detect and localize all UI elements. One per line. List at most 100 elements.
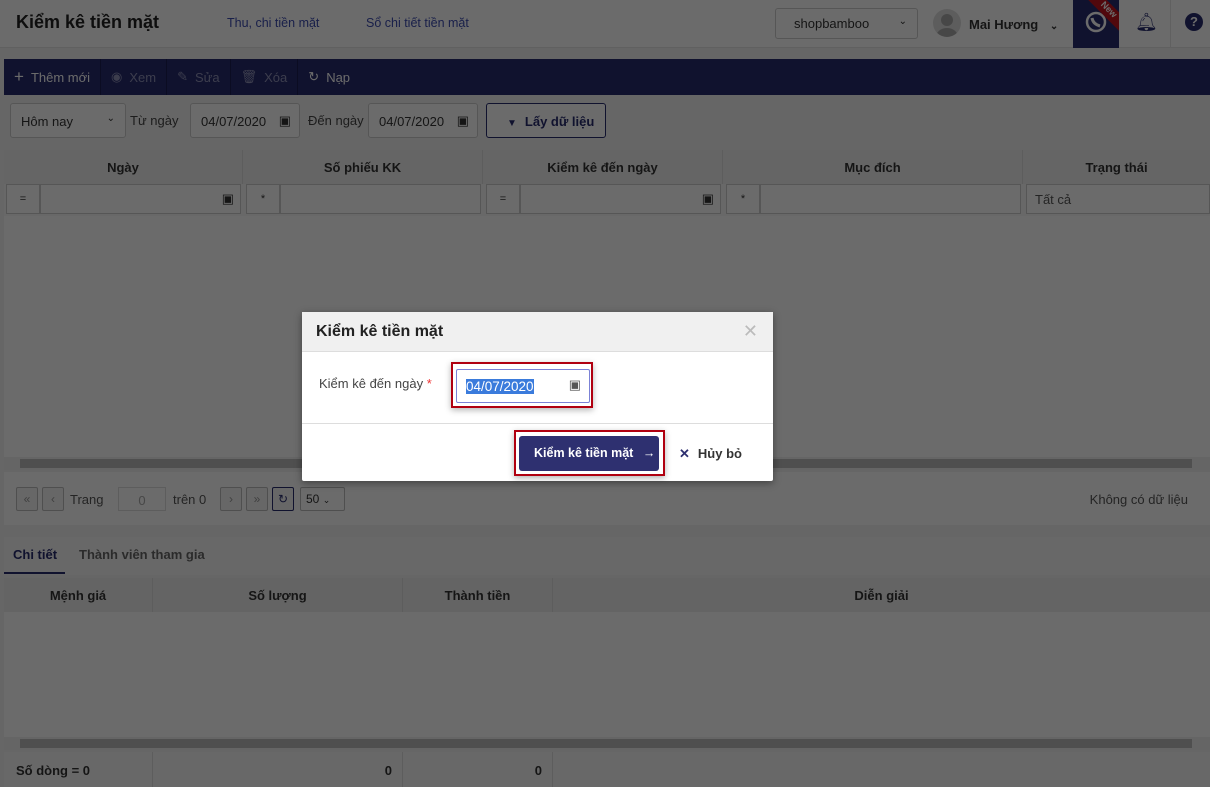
period-value: Hôm nay xyxy=(21,114,74,129)
dialog-title: Kiểm kê tiền mặt xyxy=(316,323,444,340)
refresh-icon[interactable]: ↻ xyxy=(272,487,294,511)
empty-message: Không có dữ liệu xyxy=(1089,492,1188,507)
close-icon[interactable]: ✕ xyxy=(743,321,758,342)
add-button[interactable]: + Thêm mới xyxy=(4,59,102,95)
col-number[interactable]: Số phiếu KK xyxy=(243,150,483,184)
user-name: Mai Hương xyxy=(969,17,1039,32)
period-select[interactable]: Hôm nay ⌄ xyxy=(10,103,126,138)
trash-icon: 🗑︎ xyxy=(240,69,258,84)
filter-status[interactable]: Tất cả xyxy=(1026,184,1210,214)
arrow-right-icon: → xyxy=(642,446,656,460)
page-input[interactable]: 0 xyxy=(118,487,166,511)
pencil-icon: ✎ xyxy=(177,69,189,84)
chevron-down-icon: ⌄ xyxy=(322,495,331,505)
col-amount[interactable]: Thành tiền xyxy=(403,578,553,612)
col-count-date[interactable]: Kiểm kê đến ngày xyxy=(483,150,723,184)
refresh-icon: ↻ xyxy=(308,69,320,84)
tab-members[interactable]: Thành viên tham gia xyxy=(79,547,205,562)
submit-label: Kiểm kê tiền mặt xyxy=(534,446,634,460)
help-icon[interactable]: ? xyxy=(1185,13,1203,31)
col-date[interactable]: Ngày xyxy=(4,150,243,184)
field-label-text: Kiểm kê đến ngày xyxy=(319,376,424,391)
next-page-button[interactable]: › xyxy=(220,487,242,511)
calendar-icon[interactable]: ▣ xyxy=(222,191,234,207)
link-cash-ledger[interactable]: Sổ chi tiết tiền mặt xyxy=(366,16,469,30)
total-amount: 0 xyxy=(403,752,553,787)
op-count-date[interactable]: = xyxy=(486,184,520,214)
to-value: 04/07/2020 xyxy=(379,114,445,129)
app-header: Kiểm kê tiền mặt Thu, chi tiền mặt Sổ ch… xyxy=(0,0,1210,48)
calendar-icon[interactable]: ▣ xyxy=(569,377,581,393)
col-status[interactable]: Trạng thái xyxy=(1023,150,1210,184)
bell-icon[interactable]: 🔔︎ xyxy=(1135,12,1158,33)
to-label: Đến ngày xyxy=(308,113,364,128)
delete-button[interactable]: 🗑︎ Xóa xyxy=(231,59,299,95)
edit-label: Sửa xyxy=(195,69,220,85)
col-purpose[interactable]: Mục đích xyxy=(723,150,1023,184)
filter-count-date[interactable]: ▣ xyxy=(520,184,721,214)
view-button[interactable]: ◉ Xem xyxy=(101,59,168,95)
last-page-button[interactable]: » xyxy=(246,487,268,511)
count-cash-dialog: Kiểm kê tiền mặt ✕ Kiểm kê đến ngày * 04… xyxy=(302,312,773,481)
eye-icon: ◉ xyxy=(111,69,123,84)
calendar-icon[interactable]: ▣ xyxy=(279,113,291,129)
detail-tabs: Chi tiết Thành viên tham gia xyxy=(4,537,1210,575)
total-quantity: 0 xyxy=(153,752,403,787)
first-page-button[interactable]: « xyxy=(16,487,38,511)
calendar-icon[interactable]: ▣ xyxy=(457,113,469,129)
from-date-input[interactable]: 04/07/2020 ▣ xyxy=(190,103,300,138)
row-count: Số dòng = 0 xyxy=(4,752,153,787)
page-size-select[interactable]: 50 ⌄ xyxy=(300,487,345,511)
chevron-down-icon: ⌄ xyxy=(1049,21,1059,32)
filter-icon: ▼ xyxy=(507,118,517,129)
add-label: Thêm mới xyxy=(30,69,91,85)
submit-count-button[interactable]: Kiểm kê tiền mặt → xyxy=(519,436,659,471)
count-date-input[interactable]: 04/07/2020 ▣ xyxy=(456,369,590,403)
cancel-button[interactable]: ✕ Hủy bỏ xyxy=(679,446,742,462)
divider xyxy=(302,423,773,424)
edit-button[interactable]: ✎ Sửa xyxy=(167,59,231,95)
calendar-icon[interactable]: ▣ xyxy=(702,191,714,207)
filter-row: = ▣ * = ▣ * Tất cả xyxy=(4,184,1210,216)
divider xyxy=(1170,0,1171,48)
tab-detail[interactable]: Chi tiết xyxy=(4,537,65,574)
prev-page-button[interactable]: ‹ xyxy=(42,487,64,511)
col-denomination[interactable]: Mệnh giá xyxy=(4,578,153,612)
chevron-down-icon: ⌄ xyxy=(898,16,907,27)
user-menu[interactable]: Mai Hương ⌄ xyxy=(969,17,1058,32)
close-icon: ✕ xyxy=(679,446,690,461)
page-label: Trang xyxy=(70,492,104,507)
op-number[interactable]: * xyxy=(246,184,280,214)
col-quantity[interactable]: Số lượng xyxy=(153,578,403,612)
view-label: Xem xyxy=(129,69,157,85)
cancel-label: Hủy bỏ xyxy=(697,446,742,461)
toolbar: + Thêm mới ◉ Xem ✎ Sửa 🗑︎ Xóa ↻ Nạp xyxy=(4,59,1210,95)
plus-icon: + xyxy=(14,67,24,86)
dialog-header: Kiểm kê tiền mặt ✕ xyxy=(302,312,773,352)
shop-name: shopbamboo xyxy=(794,16,870,31)
delete-label: Xóa xyxy=(264,69,288,85)
reload-label: Nạp xyxy=(326,69,351,85)
filter-number[interactable] xyxy=(280,184,481,214)
reload-button[interactable]: ↻ Nạp xyxy=(298,59,360,95)
col-description[interactable]: Diễn giải xyxy=(553,578,1210,612)
avatar[interactable] xyxy=(933,9,961,37)
detail-body xyxy=(4,612,1210,737)
fetch-data-button[interactable]: ▼ Lấy dữ liệu xyxy=(486,103,606,138)
op-date[interactable]: = xyxy=(6,184,40,214)
page-title: Kiểm kê tiền mặt xyxy=(16,12,160,32)
filter-date[interactable]: ▣ xyxy=(40,184,241,214)
filter-purpose[interactable] xyxy=(760,184,1021,214)
field-label: Kiểm kê đến ngày * xyxy=(319,376,432,391)
from-label: Từ ngày xyxy=(130,113,179,128)
detail-scrollbar[interactable] xyxy=(4,737,1210,750)
op-purpose[interactable]: * xyxy=(726,184,760,214)
shop-select[interactable]: shopbamboo ⌄ xyxy=(775,8,918,39)
to-date-input[interactable]: 04/07/2020 ▣ xyxy=(368,103,478,138)
page-size: 50 xyxy=(306,492,320,506)
chevron-down-icon: ⌄ xyxy=(106,113,115,124)
call-button[interactable]: New xyxy=(1073,0,1119,48)
required-mark: * xyxy=(426,376,432,391)
from-value: 04/07/2020 xyxy=(201,114,267,129)
link-cash-receipts[interactable]: Thu, chi tiền mặt xyxy=(227,16,319,30)
